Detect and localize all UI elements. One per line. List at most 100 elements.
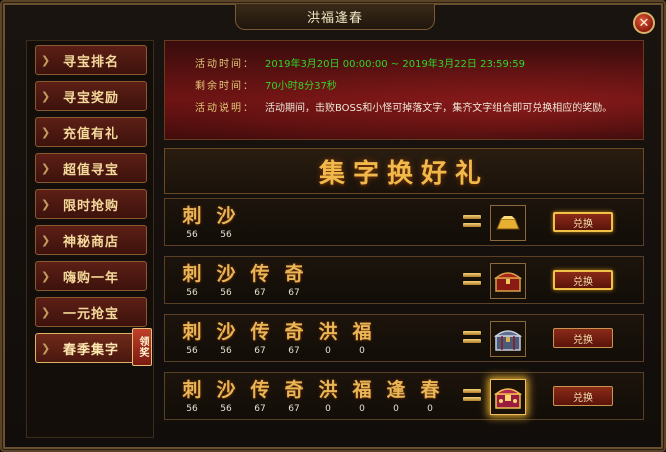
sidebar-item-value-treasure[interactable]: ❯ 超值寻宝 [35, 153, 147, 183]
char-count: 0 [393, 404, 399, 414]
char-slot: 传 67 [245, 261, 275, 301]
gold-bar-icon [496, 216, 520, 230]
char-glyph: 洪 [318, 379, 338, 401]
chevron-right-icon: ❯ [41, 234, 52, 247]
chevron-right-icon: ❯ [41, 270, 52, 283]
golden-chest-icon [493, 388, 523, 409]
sidebar-item-treasure-ranking[interactable]: ❯ 寻宝排名 [35, 45, 147, 75]
sidebar-item-label: 神秘商店 [62, 234, 119, 250]
char-count: 56 [220, 346, 232, 356]
char-slot: 沙 56 [211, 319, 241, 359]
char-glyph: 奇 [284, 379, 304, 401]
char-glyph: 福 [352, 321, 372, 343]
event-time-row: 活动时间： 2019年3月20日 00:00:00 ~ 2019年3月22日 23… [195, 55, 525, 70]
sidebar-item-label: 寻宝排名 [62, 54, 119, 70]
chevron-right-icon: ❯ [41, 198, 52, 211]
char-glyph: 传 [250, 379, 270, 401]
reward-slot[interactable] [490, 263, 526, 299]
sidebar-item-label: 一元抢宝 [62, 306, 119, 322]
exchange-row: 刺 56 沙 56 兑换 [164, 198, 644, 246]
redeem-button[interactable]: 兑换 [553, 212, 613, 232]
sidebar-item-flash-sale[interactable]: ❯ 限时抢购 [35, 189, 147, 219]
char-count: 56 [186, 230, 198, 240]
char-slot: 刺 56 [177, 377, 207, 417]
char-slot: 福0 [347, 319, 377, 359]
sidebar-item-one-yuan-grab[interactable]: ❯ 一元抢宝 [35, 297, 147, 327]
char-glyph: 沙 [216, 263, 236, 285]
claim-badge[interactable]: 领奖 [132, 328, 152, 366]
char-slot: 沙 56 [211, 203, 241, 243]
sidebar-item-spring-collect[interactable]: ❯ 春季集字 领奖 [35, 328, 152, 366]
event-desc-value: 活动期间，击败BOSS和小怪可掉落文字，集齐文字组合即可兑换相应的奖励。 [265, 103, 613, 114]
equals-icon [463, 329, 481, 345]
chevron-right-icon: ❯ [41, 306, 52, 319]
sidebar-item-recharge-gift[interactable]: ❯ 充值有礼 [35, 117, 147, 147]
remaining-time-label: 剩余时间： [195, 81, 255, 92]
char-slot: 传 67 [245, 319, 275, 359]
char-count: 0 [325, 346, 331, 356]
char-count: 56 [186, 404, 198, 414]
char-slot: 传 67 [245, 377, 275, 417]
reward-slot[interactable] [490, 205, 526, 241]
char-count: 56 [220, 404, 232, 414]
char-glyph: 传 [250, 321, 270, 343]
char-slot: 刺 56 [177, 319, 207, 359]
char-glyph: 福 [352, 379, 372, 401]
chevron-right-icon: ❯ [41, 342, 52, 355]
event-time-label: 活动时间： [195, 59, 255, 70]
char-count: 56 [186, 288, 198, 298]
char-slot: 奇 67 [279, 261, 309, 301]
equals-icon [463, 213, 481, 229]
char-count: 67 [254, 288, 266, 298]
char-glyph: 春 [420, 379, 440, 401]
chevron-right-icon: ❯ [41, 54, 52, 67]
char-glyph: 刺 [182, 205, 202, 227]
close-button[interactable]: ✕ [633, 12, 655, 34]
equals-icon [463, 271, 481, 287]
sidebar-item-mystery-shop[interactable]: ❯ 神秘商店 [35, 225, 147, 255]
event-desc-label: 活动说明： [195, 103, 255, 114]
redeem-button[interactable]: 兑换 [553, 328, 613, 348]
char-glyph: 奇 [284, 321, 304, 343]
char-glyph: 传 [250, 263, 270, 285]
char-glyph: 沙 [216, 205, 236, 227]
char-glyph: 刺 [182, 263, 202, 285]
sidebar-item-label: 寻宝奖励 [62, 90, 119, 106]
sidebar-item-label: 限时抢购 [62, 198, 119, 214]
char-count: 67 [288, 288, 300, 298]
event-window: 洪福逢春 ✕ ❯ 寻宝排名 ❯ 寻宝奖励 ❯ 充值有礼 ❯ 超值寻宝 ❯ 限时抢… [0, 0, 666, 452]
char-glyph: 沙 [216, 379, 236, 401]
char-glyph: 刺 [182, 321, 202, 343]
event-banner: 活动时间： 2019年3月20日 00:00:00 ~ 2019年3月22日 23… [164, 40, 644, 140]
char-glyph: 沙 [216, 321, 236, 343]
char-count: 67 [288, 346, 300, 356]
char-count: 56 [220, 288, 232, 298]
window-title: 洪福逢春 [235, 4, 435, 30]
char-slot: 刺 56 [177, 203, 207, 243]
redeem-button[interactable]: 兑换 [553, 270, 613, 290]
redeem-button[interactable]: 兑换 [553, 386, 613, 406]
sidebar-item-treasure-rewards[interactable]: ❯ 寻宝奖励 [35, 81, 147, 111]
main-panel: 活动时间： 2019年3月20日 00:00:00 ~ 2019年3月22日 23… [158, 40, 648, 438]
char-slot: 沙 56 [211, 261, 241, 301]
exchange-row: 刺 56 沙 56 传 67 奇 67 兑换 [164, 256, 644, 304]
char-glyph: 逢 [386, 379, 406, 401]
sidebar-item-label: 超值寻宝 [62, 162, 119, 178]
reward-slot[interactable] [490, 379, 526, 415]
red-chest-icon [493, 272, 523, 292]
char-slot: 沙 56 [211, 377, 241, 417]
silver-chest-icon [493, 330, 523, 351]
char-count: 56 [186, 346, 198, 356]
char-glyph: 刺 [182, 379, 202, 401]
event-time-value: 2019年3月20日 00:00:00 ~ 2019年3月22日 23:59:5… [265, 59, 525, 70]
sidebar-item-label: 嗨购一年 [62, 270, 119, 286]
char-glyph: 奇 [284, 263, 304, 285]
char-count: 0 [325, 404, 331, 414]
sidebar-item-shopping-year[interactable]: ❯ 嗨购一年 [35, 261, 147, 291]
remaining-time-value: 70小时8分37秒 [265, 81, 337, 92]
char-count: 0 [359, 404, 365, 414]
sidebar-item-label: 充值有礼 [62, 126, 119, 142]
reward-slot[interactable] [490, 321, 526, 357]
chevron-right-icon: ❯ [41, 90, 52, 103]
close-icon: ✕ [638, 15, 650, 31]
